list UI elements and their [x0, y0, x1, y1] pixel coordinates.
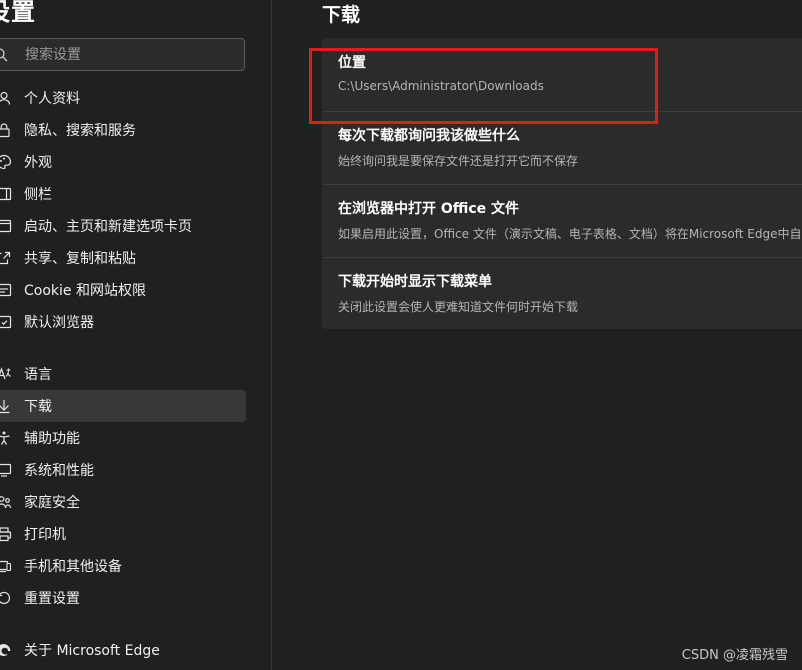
- sidebar-item-sidebar[interactable]: 侧栏: [0, 178, 246, 210]
- setting-title: 在浏览器中打开 Office 文件: [338, 201, 520, 217]
- sidebar-title: 设置: [0, 0, 36, 26]
- sidebar-item-language[interactable]: 语言: [0, 358, 246, 390]
- sidebar-item-label: 侧栏: [24, 187, 52, 203]
- sidebar-item-label: 系统和性能: [24, 463, 94, 479]
- edge-icon: [0, 644, 11, 656]
- divider: [322, 257, 802, 258]
- accessibility-icon: [0, 431, 10, 445]
- divider: [322, 111, 802, 112]
- sidebar-item-privacy[interactable]: 隐私、搜索和服务: [0, 114, 246, 146]
- sidebar-item-accessibility[interactable]: 辅助功能: [0, 422, 246, 454]
- sidebar-item-appearance[interactable]: 外观: [0, 146, 246, 178]
- sidebar-item-cookies[interactable]: Cookie 和网站权限: [0, 274, 246, 306]
- setting-description: 如果启用此设置，Office 文件（演示文稿、电子表格、文档）将在Microso…: [338, 227, 802, 241]
- sidebar-item-label: 辅助功能: [24, 431, 80, 447]
- sidebar-item-label: 语言: [24, 367, 52, 383]
- reset-icon: [0, 591, 11, 605]
- sidebar-item-label: 外观: [24, 155, 52, 171]
- sidebar-item-label: 手机和其他设备: [24, 559, 122, 575]
- setting-title: 每次下载都询问我该做些什么: [338, 128, 520, 144]
- setting-show-downloads-menu[interactable]: 下载开始时显示下载菜单 关闭此设置会使人更难知道文件何时开始下载: [322, 257, 802, 330]
- sidebar-item-default-browser[interactable]: 默认浏览器: [0, 306, 246, 338]
- sidebar-item-family[interactable]: 家庭安全: [0, 486, 246, 518]
- lock-icon: [0, 123, 10, 138]
- page-title: 下载: [322, 4, 361, 26]
- sidebar-item-label: 个人资料: [24, 91, 80, 107]
- search-icon: [0, 47, 8, 61]
- sidebar-item-label: 共享、复制和粘贴: [24, 251, 136, 267]
- sidebar-item-label: 关于 Microsoft Edge: [24, 643, 160, 659]
- setting-open-office-files[interactable]: 在浏览器中打开 Office 文件 如果启用此设置，Office 文件（演示文稿…: [322, 184, 802, 257]
- share-icon: [0, 251, 11, 265]
- printer-icon: [0, 527, 12, 542]
- sidebar-item-downloads[interactable]: 下载: [0, 390, 246, 422]
- downloads-settings-card: 位置 C:\Users\Administrator\Downloads 每次下载…: [322, 38, 802, 329]
- setting-title: 位置: [338, 55, 366, 71]
- profile-icon: [0, 91, 11, 105]
- sidebar-item-label: 打印机: [24, 527, 66, 543]
- browser-icon: [0, 315, 12, 329]
- sidebar-item-label: 隐私、搜索和服务: [24, 123, 136, 139]
- sidebar-item-profile[interactable]: 个人资料: [0, 82, 246, 114]
- sidebar-item-label: 默认浏览器: [24, 315, 94, 331]
- sidebar-item-label: 下载: [24, 399, 52, 415]
- setting-location[interactable]: 位置 C:\Users\Administrator\Downloads: [322, 38, 802, 111]
- sidebar-item-label: 家庭安全: [24, 495, 80, 511]
- setting-ask-where-to-save[interactable]: 每次下载都询问我该做些什么 始终询问我是要保存文件还是打开它而不保存: [322, 111, 802, 184]
- phone-icon: [0, 560, 12, 573]
- system-icon: [0, 463, 12, 477]
- divider: [322, 184, 802, 185]
- sidebar-item-system[interactable]: 系统和性能: [0, 454, 246, 486]
- watermark: CSDN @凌霜残雪: [681, 648, 788, 663]
- language-icon: [0, 367, 11, 380]
- setting-title: 下载开始时显示下载菜单: [338, 274, 492, 290]
- sidebar-item-share[interactable]: 共享、复制和粘贴: [0, 242, 246, 274]
- sidebar-item-printers[interactable]: 打印机: [0, 518, 246, 550]
- sidebar-item-label: 重置设置: [24, 591, 80, 607]
- download-icon: [0, 400, 10, 414]
- sidebar-item-reset[interactable]: 重置设置: [0, 582, 246, 614]
- setting-description: 始终询问我是要保存文件还是打开它而不保存: [338, 154, 579, 168]
- sidebar-item-label: 启动、主页和新建选项卡页: [24, 219, 192, 235]
- sidebar-item-label: Cookie 和网站权限: [24, 283, 146, 299]
- search-box[interactable]: [0, 38, 245, 71]
- settings-sidebar: 设置 个人资料 隐私、搜索和服务 外观 侧栏 启动、主页和新建选项卡页: [0, 0, 272, 670]
- family-icon: [0, 496, 12, 509]
- sidebar-item-devices[interactable]: 手机和其他设备: [0, 550, 246, 582]
- sidebar-item-startup[interactable]: 启动、主页和新建选项卡页: [0, 210, 246, 242]
- site-permissions-icon: [0, 283, 12, 297]
- main-content: 下载 位置 C:\Users\Administrator\Downloads 每…: [272, 0, 802, 670]
- sidebar-item-about[interactable]: 关于 Microsoft Edge: [0, 634, 246, 666]
- setting-description: 关闭此设置会使人更难知道文件何时开始下载: [338, 300, 579, 314]
- sidebar-icon: [0, 187, 12, 201]
- search-input[interactable]: [23, 45, 227, 64]
- home-icon: [0, 219, 12, 233]
- download-location-path: C:\Users\Administrator\Downloads: [338, 79, 544, 93]
- palette-icon: [0, 154, 12, 170]
